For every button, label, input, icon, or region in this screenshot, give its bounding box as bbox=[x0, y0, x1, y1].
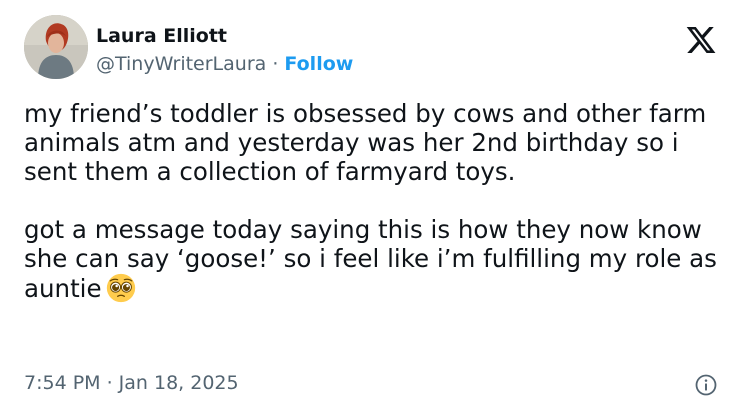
tweet-card: Laura Elliott @TinyWriterLaura · Follow … bbox=[0, 0, 740, 409]
info-icon[interactable] bbox=[694, 373, 718, 397]
x-logo-icon[interactable] bbox=[684, 24, 718, 56]
avatar-photo bbox=[24, 15, 88, 79]
post-paragraph-2: got a message today saying this is how t… bbox=[24, 215, 724, 303]
timestamp[interactable]: 7:54 PM · Jan 18, 2025 bbox=[24, 371, 239, 395]
pleading-face-emoji-icon bbox=[106, 273, 135, 303]
post-paragraph-1: my friend’s toddler is obsessed by cows … bbox=[24, 99, 707, 186]
post-body: my friend’s toddler is obsessed by cows … bbox=[24, 99, 724, 303]
handle-row: @TinyWriterLaura · Follow bbox=[96, 52, 353, 76]
separator-dot: · bbox=[266, 53, 285, 75]
author-handle[interactable]: @TinyWriterLaura bbox=[96, 53, 266, 75]
author-name[interactable]: Laura Elliott bbox=[96, 24, 227, 48]
avatar[interactable] bbox=[24, 15, 88, 79]
follow-button[interactable]: Follow bbox=[284, 53, 353, 75]
